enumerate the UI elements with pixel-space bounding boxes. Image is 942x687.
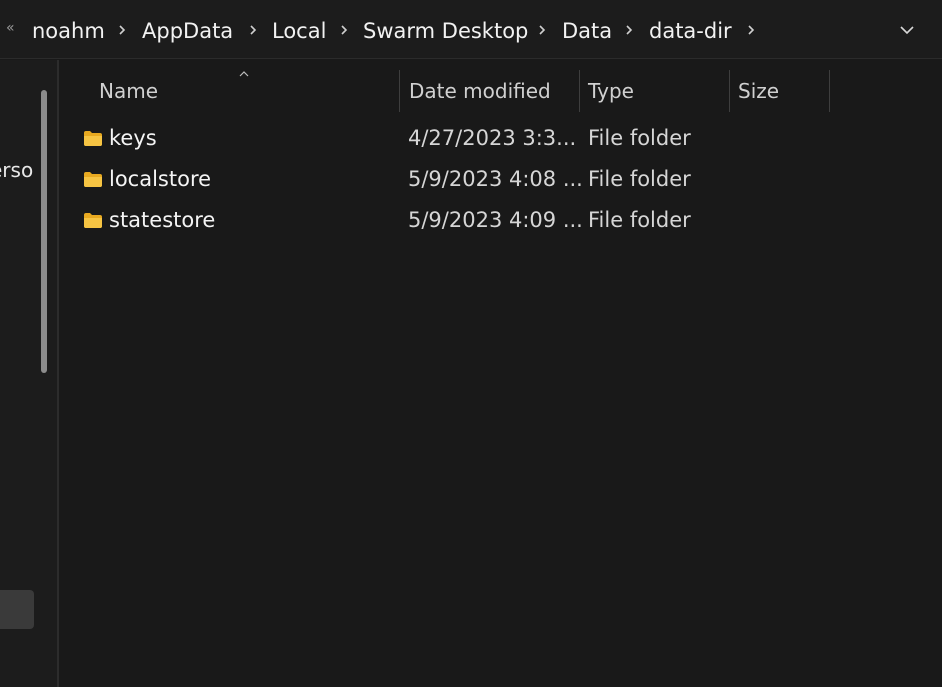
file-date-modified: 5/9/2023 4:09 ... (408, 208, 583, 232)
file-name[interactable]: keys (109, 126, 157, 150)
breadcrumb-item-local[interactable]: Local (272, 17, 326, 45)
breadcrumb-item-appdata[interactable]: AppData (142, 17, 233, 45)
file-name[interactable]: localstore (109, 167, 211, 191)
folder-icon (83, 171, 103, 188)
file-date-modified: 5/9/2023 4:08 ... (408, 167, 583, 191)
breadcrumb-chevron-icon[interactable] (535, 22, 549, 38)
breadcrumb-item-swarm-desktop[interactable]: Swarm Desktop (363, 17, 528, 45)
breadcrumb-chevron-icon[interactable] (115, 22, 129, 38)
breadcrumb-chevron-icon[interactable] (744, 22, 758, 38)
file-date-modified: 4/27/2023 3:3... (408, 126, 577, 150)
breadcrumb-item-noahm[interactable]: noahm (32, 17, 105, 45)
file-type: File folder (588, 167, 691, 191)
column-divider[interactable] (829, 70, 830, 112)
nav-scrollbar[interactable] (41, 90, 47, 405)
column-header-date-modified[interactable]: Date modified (400, 70, 579, 112)
file-row-localstore[interactable]: localstore 5/9/2023 4:08 ... File folder (77, 161, 691, 202)
folder-icon (83, 212, 103, 229)
nav-item-selected[interactable] (0, 590, 34, 629)
breadcrumb-item-data[interactable]: Data (562, 17, 612, 45)
nav-scrollbar-thumb[interactable] (41, 90, 47, 373)
file-name[interactable]: statestore (109, 208, 215, 232)
file-type: File folder (588, 126, 691, 150)
file-type: File folder (588, 208, 691, 232)
nav-item-label[interactable]: erso (0, 158, 33, 182)
column-header-type[interactable]: Type (579, 70, 729, 112)
folder-icon (83, 130, 103, 147)
file-row-statestore[interactable]: statestore 5/9/2023 4:09 ... File folder (77, 202, 691, 243)
breadcrumb-overflow-button[interactable]: « (6, 20, 15, 36)
breadcrumb-chevron-icon[interactable] (622, 22, 636, 38)
address-history-chevron-down-icon[interactable] (896, 20, 918, 40)
file-row-keys[interactable]: keys 4/27/2023 3:3... File folder (77, 120, 691, 161)
column-header-name[interactable]: Name (90, 70, 399, 112)
breadcrumb-chevron-icon[interactable] (337, 22, 351, 38)
navigation-pane[interactable]: erso s s (0, 60, 59, 687)
breadcrumb-chevron-icon[interactable] (246, 22, 260, 38)
file-list[interactable]: Name Date modified Type Size keys 4/27/2… (61, 60, 942, 687)
breadcrumb-item-data-dir[interactable]: data-dir (649, 17, 732, 45)
address-bar[interactable]: « noahm AppData Local Swarm Desktop Data… (0, 0, 942, 59)
column-header-size[interactable]: Size (729, 70, 829, 112)
